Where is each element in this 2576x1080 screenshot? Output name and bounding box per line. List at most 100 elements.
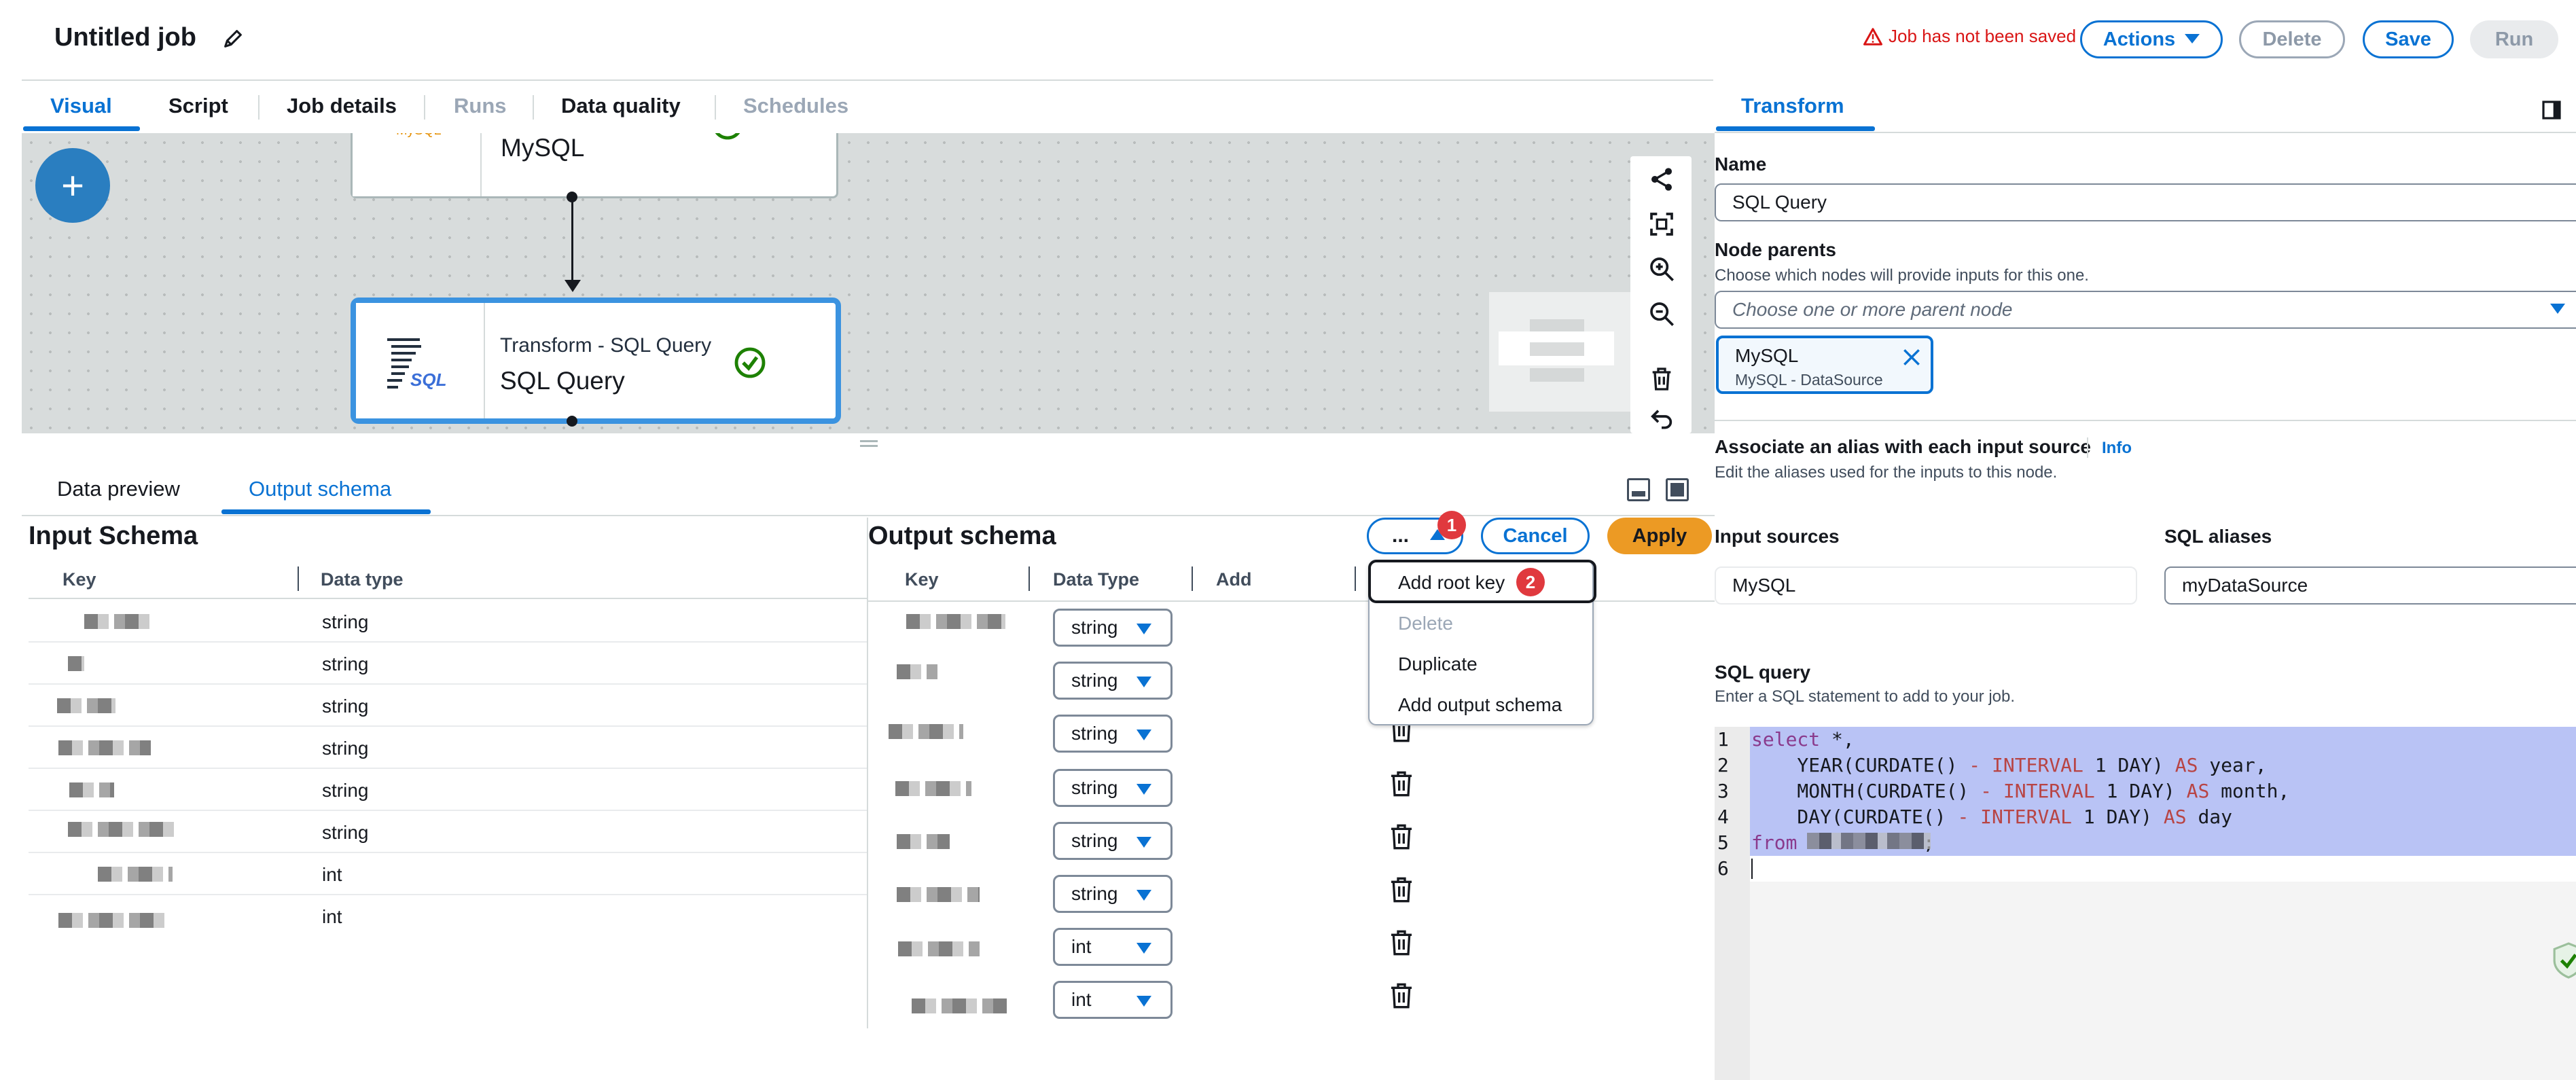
panel-tab-divider [1715, 132, 2576, 133]
line-number: 6 [1717, 857, 1729, 880]
tab-visual[interactable]: Visual [50, 94, 112, 118]
data-type-select[interactable]: string [1053, 769, 1173, 807]
sql-aliases-label: SQL aliases [2164, 526, 2272, 547]
panel-split-icon[interactable] [1627, 478, 1650, 501]
canvas-toolbar [1630, 156, 1692, 433]
shield-icon[interactable] [2552, 940, 2576, 981]
input-row-type: string [322, 696, 369, 717]
tab-schedules[interactable]: Schedules [743, 94, 848, 118]
info-link[interactable]: Info [2102, 439, 2132, 458]
selection-highlight [1750, 727, 2576, 753]
node-parents-select[interactable]: Choose one or more parent node [1715, 291, 2576, 329]
unsaved-warning: Job has not been saved [1863, 26, 2076, 47]
panel-resize-handle[interactable] [860, 440, 878, 447]
data-type-select[interactable]: string [1053, 662, 1173, 700]
header-divider [29, 598, 867, 599]
trash-icon[interactable] [1390, 770, 1413, 797]
sql-alias-input[interactable]: myDataSource [2164, 566, 2576, 605]
caret-down-icon [1137, 837, 1151, 848]
trash-icon[interactable] [1390, 876, 1413, 903]
trash-icon[interactable] [1390, 982, 1413, 1009]
name-label: Name [1715, 154, 1767, 175]
panel-maximize-icon[interactable] [1666, 478, 1689, 501]
svg-text:SQL: SQL [410, 370, 446, 390]
node-mysql[interactable]: MySQL MySQL [351, 133, 838, 198]
data-type-select[interactable]: string [1053, 715, 1173, 753]
data-type-select[interactable]: string [1053, 609, 1173, 647]
column-header-data-type: Data type [321, 569, 404, 590]
code-line: MONTH(CURDATE() - INTERVAL 1 DAY) AS mon… [1751, 780, 2290, 802]
data-type-select[interactable]: int [1053, 928, 1173, 966]
tab-separator [533, 95, 534, 120]
data-type-select[interactable]: string [1053, 875, 1173, 913]
node-icon-area: MySQL [353, 133, 482, 196]
select-value: string [1071, 670, 1118, 691]
undo-icon[interactable] [1648, 406, 1675, 433]
more-actions-menu: Add root key 2 Delete Duplicate Add outp… [1368, 560, 1596, 725]
input-row-type: string [322, 653, 369, 674]
tab-transform-underline [1716, 126, 1875, 131]
name-input[interactable]: SQL Query [1715, 183, 2576, 221]
column-header-key: Key [905, 569, 939, 590]
save-button[interactable]: Save [2363, 20, 2454, 58]
menu-item-delete[interactable]: Delete [1398, 613, 1453, 634]
run-button[interactable]: Run [2470, 20, 2558, 58]
masked-key [98, 867, 173, 882]
data-type-select[interactable]: string [1053, 822, 1173, 860]
close-icon[interactable] [1901, 346, 1922, 368]
caret-down-icon[interactable] [2550, 304, 2565, 314]
job-canvas[interactable]: MySQL MySQL SQL Transform - SQL Query SQ… [22, 133, 1715, 433]
tab-transform[interactable]: Transform [1741, 94, 1844, 118]
masked-table-name [1807, 833, 1931, 849]
masked-key [84, 614, 152, 629]
row-divider [29, 894, 867, 895]
tab-output-schema[interactable]: Output schema [249, 477, 391, 501]
tab-data-quality[interactable]: Data quality [561, 94, 681, 118]
delete-button[interactable]: Delete [2239, 20, 2345, 58]
trash-icon[interactable] [1390, 823, 1413, 850]
menu-item-add-output-schema[interactable]: Add output schema [1398, 694, 1562, 716]
tab-job-details[interactable]: Job details [287, 94, 397, 118]
menu-item-add-root-key[interactable]: Add root key [1398, 572, 1505, 594]
menu-item-duplicate[interactable]: Duplicate [1398, 653, 1478, 675]
panel-collapse-icon[interactable] [2541, 99, 2562, 121]
job-title: Untitled job [54, 23, 196, 52]
line-number: 3 [1717, 780, 1729, 802]
tab-data-preview[interactable]: Data preview [57, 477, 180, 501]
sql-editor[interactable]: 1 2 3 4 5 6 select *, YEAR(CURDATE() - I… [1715, 727, 2576, 1080]
text-caret [1751, 859, 1753, 879]
parent-token: MySQL MySQL - DataSource [1716, 336, 1933, 394]
data-type-select[interactable]: int [1053, 981, 1173, 1019]
node-output-dot[interactable] [567, 416, 577, 427]
alias-description: Edit the aliases used for the inputs to … [1715, 463, 2058, 482]
masked-key [58, 913, 166, 928]
canvas-minimap[interactable] [1489, 292, 1632, 412]
node-sql-query[interactable]: SQL Transform - SQL Query SQL Query [351, 298, 841, 424]
cancel-button[interactable]: Cancel [1481, 518, 1590, 554]
row-divider [29, 683, 867, 685]
select-value: int [1071, 936, 1092, 957]
input-row-type: string [322, 738, 369, 759]
apply-button[interactable]: Apply [1607, 518, 1712, 554]
pencil-icon[interactable] [221, 27, 245, 50]
zoom-out-icon[interactable] [1648, 300, 1675, 327]
column-separator [1355, 566, 1356, 591]
masked-key [897, 887, 980, 902]
check-circle-icon [734, 347, 766, 378]
node-name: SQL Query [500, 367, 625, 395]
tab-script[interactable]: Script [168, 94, 228, 118]
node-parents-description: Choose which nodes will provide inputs f… [1715, 266, 2089, 285]
actions-button[interactable]: Actions [2080, 20, 2223, 58]
fit-view-icon[interactable] [1648, 211, 1675, 238]
trash-icon[interactable] [1390, 929, 1413, 956]
add-node-button[interactable]: + [35, 148, 110, 223]
layout-icon[interactable] [1648, 166, 1675, 193]
input-row-type: string [322, 611, 369, 632]
sql-transform-icon: SQL [387, 338, 446, 390]
tab-runs[interactable]: Runs [454, 94, 507, 118]
trash-icon[interactable] [1648, 365, 1675, 393]
node-icon-area: SQL [356, 303, 485, 418]
step-badge-1: 1 [1437, 511, 1466, 539]
sql-query-label: SQL query [1715, 662, 1811, 683]
zoom-in-icon[interactable] [1648, 255, 1675, 283]
